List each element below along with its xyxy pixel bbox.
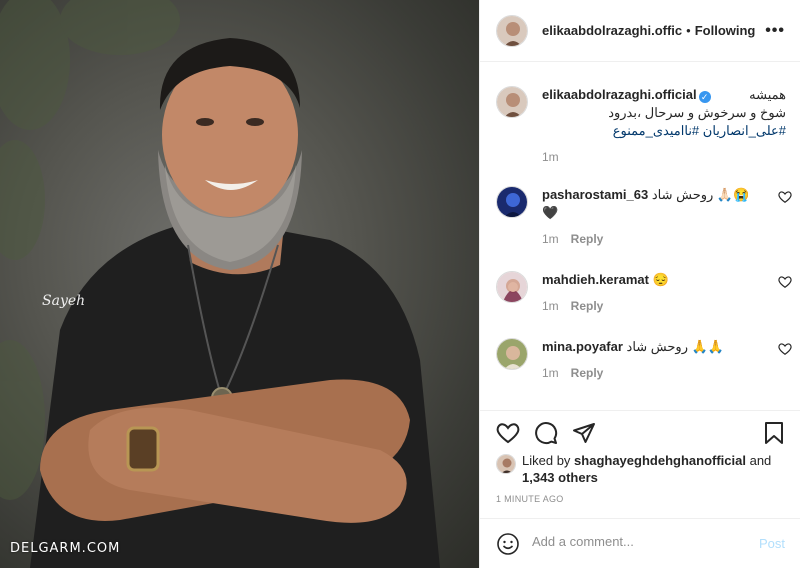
post-sidebar: elikaabdolrazaghi.offic • Following ••• … [479,0,800,568]
save-bookmark-icon[interactable] [763,421,785,445]
like-comment-heart-icon[interactable] [778,190,792,204]
post-photo[interactable]: Sayeh DELGARM.COM [0,0,479,568]
reply-button[interactable]: Reply [571,232,604,246]
post-timestamp[interactable]: 1 MINUTE AGO [496,494,564,504]
comment-time[interactable]: 1m [542,299,559,313]
caption: elikaabdolrazaghi.official ✓ همیشه شوخ و … [496,86,786,164]
liker-profile-picture [497,455,515,473]
likes-summary: Liked by shaghayeghdehghanofficial and 1… [496,452,771,486]
emoji-smiley-icon[interactable] [496,532,520,556]
comment-item: mina.poyafar روحش شاد 🙏🙏 1m Reply [496,338,792,380]
comment-item: mahdieh.keramat 😔 1m Reply [496,271,792,313]
like-comment-heart-icon[interactable] [778,342,792,356]
watermark: DELGARM.COM [10,541,121,556]
profile-picture [497,87,527,117]
caption-line-2: شوخ و سرخوش و سرحال ،بدرود [608,105,786,120]
likes-and: and [749,453,772,468]
comment-avatar[interactable] [496,186,528,218]
reply-button[interactable]: Reply [571,299,604,313]
following-button[interactable]: Following [695,23,756,38]
comment-time[interactable]: 1m [542,366,559,380]
header-username[interactable]: elikaabdolrazaghi.offic [542,23,682,38]
comment-item: pasharostami_63 روحش شاد 🙏🏻😭 🖤 1m Reply [496,186,792,246]
action-bar [480,410,800,455]
comment-input[interactable] [532,534,752,549]
post-button[interactable]: Post [759,536,785,551]
comment-text: 😔 [652,272,669,287]
comment-text: روحش شاد 🙏🏻😭 [651,187,750,202]
comment-avatar[interactable] [496,271,528,303]
artist-signature: Sayeh [42,293,85,309]
caption-hashtags[interactable]: #علی_انصاریان #ناامیدی_ممنوع [542,122,786,140]
likes-others[interactable]: 1,343 others [522,470,598,485]
like-comment-heart-icon[interactable] [778,275,792,289]
caption-time[interactable]: 1m [542,150,559,164]
reply-button[interactable]: Reply [571,366,604,380]
post-header: elikaabdolrazaghi.offic • Following ••• [480,0,800,62]
avatar[interactable] [496,14,528,47]
profile-picture [497,187,527,217]
caption-username[interactable]: elikaabdolrazaghi.official [542,87,697,102]
more-options-icon[interactable]: ••• [765,22,785,40]
comment-username[interactable]: mina.poyafar [542,339,623,354]
liker-avatar[interactable] [496,454,516,474]
add-comment-bar: Post [480,518,800,568]
separator-dot: • [686,23,691,38]
liker-username[interactable]: shaghayeghdehghanofficial [574,453,746,468]
portrait-illustration: Sayeh [0,0,440,568]
comment-time[interactable]: 1m [542,232,559,246]
verified-badge-icon: ✓ [698,91,711,103]
profile-picture [497,272,527,302]
like-heart-icon[interactable] [496,421,520,445]
comment-text-extra: 🖤 [542,205,559,220]
comment-avatar[interactable] [496,338,528,370]
comment-bubble-icon[interactable] [534,421,558,445]
liked-by-prefix: Liked by [522,453,571,468]
comment-text: روحش شاد 🙏🙏 [626,339,724,354]
profile-picture [497,339,527,369]
caption-avatar[interactable] [496,86,528,118]
comment-username[interactable]: pasharostami_63 [542,187,648,202]
share-paper-plane-icon[interactable] [572,421,596,445]
comment-username[interactable]: mahdieh.keramat [542,272,649,287]
caption-line-1: همیشه [749,87,786,102]
profile-picture [497,15,527,46]
